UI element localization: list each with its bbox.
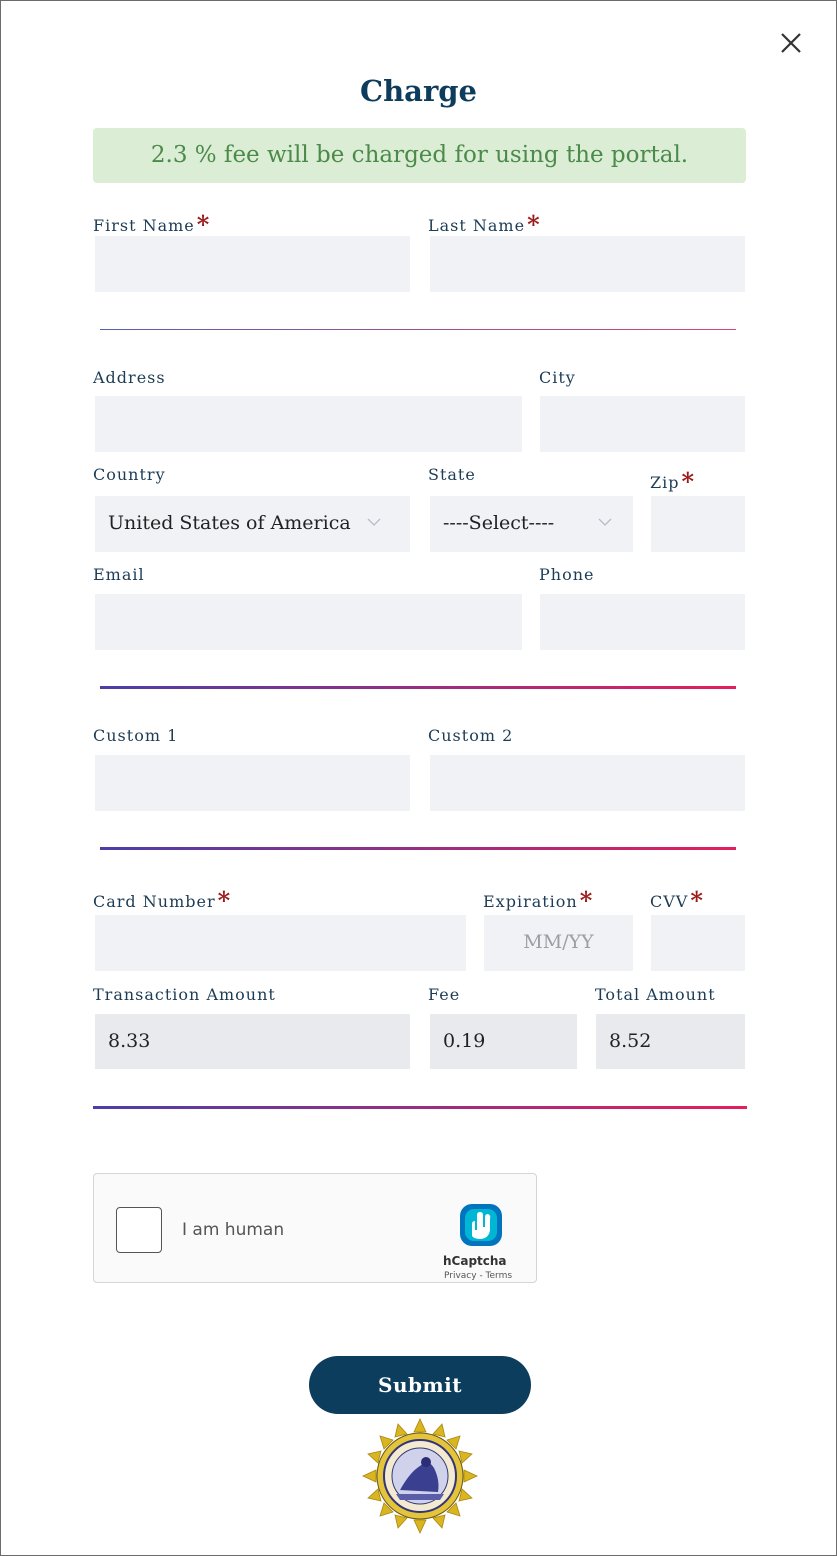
country-label: Country [93,465,166,484]
last-name-input[interactable] [430,236,745,292]
phone-input[interactable] [540,594,745,650]
expiration-label: Expiration* [483,886,593,915]
total-amount-label: Total Amount [595,985,716,1004]
custom1-input[interactable] [95,755,410,811]
zip-label: Zip* [650,467,695,496]
email-input[interactable] [95,594,522,650]
section-divider [100,329,736,330]
city-input[interactable] [540,396,745,452]
country-value: United States of America [108,512,351,534]
cvv-input[interactable] [651,915,745,971]
address-label: Address [93,368,166,387]
total-amount-field: 8.52 [596,1014,745,1069]
section-divider [93,1106,747,1109]
phone-label: Phone [539,565,595,584]
chevron-down-icon [367,518,381,526]
city-label: City [539,368,576,387]
expiration-placeholder: MM/YY [523,931,594,953]
cvv-label: CVV* [650,886,703,915]
required-marker: * [579,886,593,915]
transaction-amount-label: Transaction Amount [93,985,276,1004]
close-icon[interactable] [778,30,804,56]
captcha-label: I am human [182,1220,285,1240]
custom2-input[interactable] [430,755,745,811]
state-label: State [428,465,476,484]
captcha-links[interactable]: Privacy - Terms [444,1271,512,1281]
submit-button[interactable]: Submit [309,1356,531,1414]
last-name-label: Last Name* [428,210,540,239]
card-number-input[interactable] [95,915,466,971]
total-amount-value: 8.52 [609,1030,652,1052]
hcaptcha-widget: I am human hCaptcha Privacy - Terms [93,1173,537,1283]
expiration-input[interactable]: MM/YY [484,915,633,971]
required-marker: * [681,467,695,496]
custom1-label: Custom 1 [93,726,179,745]
dialog-title: Charge [360,74,477,108]
address-input[interactable] [95,396,522,452]
fee-label: Fee [428,985,461,1004]
fee-notice: 2.3 % fee will be charged for using the … [93,128,746,183]
country-select[interactable]: United States of America [95,496,410,552]
first-name-label: First Name* [93,210,210,239]
zip-input[interactable] [651,496,745,552]
fee-field: 0.19 [430,1014,577,1069]
transaction-amount-field: 8.33 [95,1014,410,1069]
fee-value: 0.19 [443,1030,486,1052]
required-marker: * [196,210,210,239]
card-number-label: Card Number* [93,886,231,915]
required-marker: * [527,210,540,239]
captcha-checkbox[interactable] [116,1207,162,1253]
custom2-label: Custom 2 [428,726,514,745]
captcha-brand: hCaptcha [443,1254,507,1268]
email-label: Email [93,565,145,584]
hcaptcha-logo-icon [460,1204,502,1246]
first-name-input[interactable] [95,236,410,292]
section-divider [100,847,736,850]
required-marker: * [690,886,703,915]
state-select[interactable]: ----Select---- [430,496,633,552]
section-divider [100,686,736,689]
required-marker: * [217,886,231,915]
state-seal-logo [362,1418,478,1534]
transaction-amount-value: 8.33 [108,1030,151,1052]
chevron-down-icon [598,518,612,526]
